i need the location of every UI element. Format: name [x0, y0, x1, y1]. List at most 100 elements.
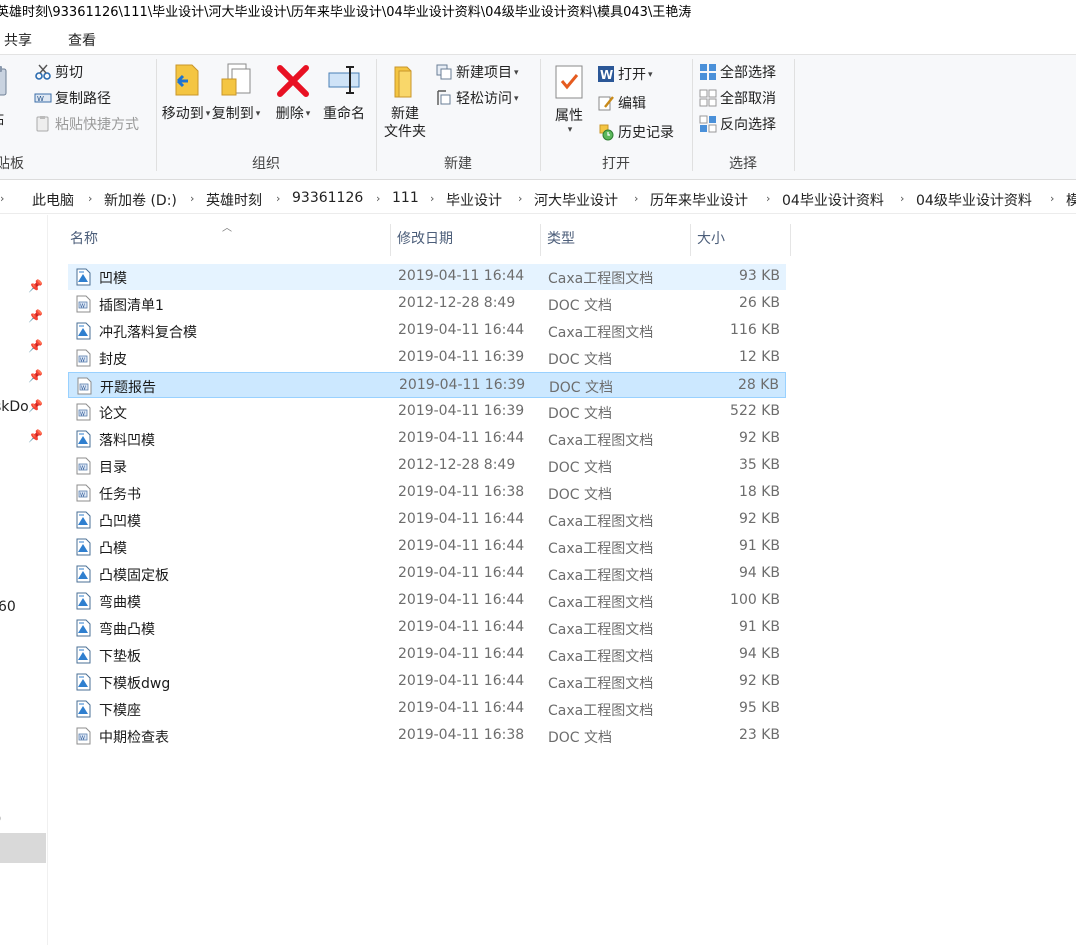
chevron-right-icon[interactable]: › [430, 192, 434, 205]
file-type: Caxa工程图文档 [548, 595, 654, 611]
clipboard-group: 贴 剪切 W 复制路径 粘贴快捷方式 贴板 [0, 55, 156, 179]
copy-path-button[interactable]: W 复制路径 [34, 88, 111, 110]
column-header-type[interactable]: 类型 [541, 224, 691, 256]
paste-button[interactable]: 贴 [0, 65, 18, 129]
nav-item-label[interactable]: skDo [0, 399, 29, 415]
breadcrumb-folder[interactable]: 111 [392, 190, 419, 206]
svg-text:W: W [80, 493, 85, 499]
pin-icon[interactable]: 📌 [28, 369, 43, 383]
table-row[interactable]: W 目录 2012-12-28 8:49 DOC 文档 35 KB [68, 453, 786, 479]
pin-icon[interactable]: 📌 [28, 279, 43, 293]
new-folder-button[interactable]: 新建 文件夹 [381, 63, 429, 141]
file-name: 封皮 [99, 352, 127, 368]
chevron-right-icon[interactable]: › [88, 192, 92, 205]
move-to-button[interactable]: 移动到 ▾ [161, 61, 211, 123]
file-name: 冲孔落料复合模 [99, 325, 197, 341]
breadcrumb-volume-d[interactable]: 新加卷 (D:) [104, 190, 177, 210]
file-name: 弯曲凸模 [99, 622, 155, 638]
table-row[interactable]: W 封皮 2019-04-11 16:39 DOC 文档 12 KB [68, 345, 786, 371]
breadcrumb-folder[interactable]: 04毕业设计资料 [782, 190, 884, 210]
new-item-button[interactable]: 新建项目 ▾ [435, 62, 519, 84]
file-size: 95 KB [738, 700, 780, 716]
table-row[interactable]: W 论文 2019-04-11 16:39 DOC 文档 522 KB [68, 399, 786, 425]
copy-to-icon [221, 63, 251, 96]
table-row[interactable]: 弯曲模 2019-04-11 16:44 Caxa工程图文档 100 KB [68, 588, 786, 614]
table-row[interactable]: W 中期检查表 2019-04-11 16:38 DOC 文档 23 KB [68, 723, 786, 749]
chevron-right-icon[interactable]: › [518, 192, 522, 205]
chevron-right-icon[interactable]: › [900, 192, 904, 205]
rename-icon [328, 66, 360, 94]
window-title: 英雄时刻\93361126\111\毕业设计\河大毕业设计\历年来毕业设计\04… [0, 5, 692, 20]
breadcrumb-folder[interactable]: 04级毕业设计资料 [916, 190, 1032, 210]
table-row[interactable]: 弯曲凸模 2019-04-11 16:44 Caxa工程图文档 91 KB [68, 615, 786, 641]
column-header-date[interactable]: 修改日期 [391, 224, 541, 256]
table-row[interactable]: 凸模 2019-04-11 16:44 Caxa工程图文档 91 KB [68, 534, 786, 560]
pin-icon[interactable]: 📌 [28, 309, 43, 323]
table-row[interactable]: W 开题报告 2019-04-11 16:39 DOC 文档 28 KB [68, 372, 786, 398]
invert-selection-button[interactable]: 反向选择 [699, 114, 776, 136]
table-row[interactable]: 下模板dwg 2019-04-11 16:44 Caxa工程图文档 92 KB [68, 669, 786, 695]
table-row[interactable]: W 任务书 2019-04-11 16:38 DOC 文档 18 KB [68, 480, 786, 506]
chevron-right-icon[interactable]: › [190, 192, 194, 205]
ribbon-separator [794, 59, 795, 171]
select-group-label: 选择 [729, 156, 757, 172]
breadcrumb-folder[interactable]: 模 [1066, 190, 1076, 210]
pin-icon[interactable]: 📌 [28, 339, 43, 353]
table-row[interactable]: 凹模 2019-04-11 16:44 Caxa工程图文档 93 KB [68, 264, 786, 290]
pin-icon[interactable]: 📌 [28, 399, 43, 413]
file-size: 92 KB [738, 673, 780, 689]
table-row[interactable]: W 插图清单1 2012-12-28 8:49 DOC 文档 26 KB [68, 291, 786, 317]
nav-item-selected[interactable] [0, 833, 46, 863]
nav-item-label[interactable]: 60 [0, 599, 16, 615]
table-row[interactable]: 凸模固定板 2019-04-11 16:44 Caxa工程图文档 94 KB [68, 561, 786, 587]
breadcrumb-folder[interactable]: 93361126 [292, 190, 363, 206]
open-group-label: 打开 [602, 156, 630, 172]
file-date: 2019-04-11 16:44 [398, 646, 525, 662]
caxa-drawing-icon [76, 565, 91, 583]
open-button[interactable]: W 打开 ▾ [597, 64, 653, 86]
delete-button[interactable]: 删除 ▾ [273, 61, 313, 123]
history-button[interactable]: 历史记录 [597, 122, 674, 144]
chevron-right-icon[interactable]: › [1050, 192, 1054, 205]
column-header-size[interactable]: 大小 [691, 224, 791, 256]
select-none-button[interactable]: 全部取消 [699, 88, 776, 110]
table-row[interactable]: 下垫板 2019-04-11 16:44 Caxa工程图文档 94 KB [68, 642, 786, 668]
breadcrumb-folder[interactable]: 毕业设计 [446, 190, 502, 210]
navigation-pane[interactable]: 📌 📌 📌 📌 📌 📌 skDo 60 ) [0, 215, 48, 945]
breadcrumb-folder[interactable]: 历年来毕业设计 [650, 190, 748, 210]
table-row[interactable]: 凸凹模 2019-04-11 16:44 Caxa工程图文档 92 KB [68, 507, 786, 533]
pin-icon[interactable]: 📌 [28, 429, 43, 443]
tab-view[interactable]: 查看 [68, 30, 96, 50]
copy-to-button[interactable]: 复制到 ▾ [211, 61, 261, 123]
paste-shortcut-button[interactable]: 粘贴快捷方式 [34, 114, 139, 136]
breadcrumb-folder[interactable]: 河大毕业设计 [534, 190, 618, 210]
breadcrumb-this-pc[interactable]: 此电脑 [32, 190, 74, 210]
chevron-right-icon[interactable]: › [766, 192, 770, 205]
easy-access-button[interactable]: 轻松访问 ▾ [435, 88, 519, 110]
select-all-button[interactable]: 全部选择 [699, 62, 776, 84]
file-name: 插图清单1 [99, 298, 164, 314]
file-type: Caxa工程图文档 [548, 514, 654, 530]
rename-button[interactable]: 重命名 [319, 61, 369, 123]
cut-button[interactable]: 剪切 [34, 62, 83, 84]
nav-item-label[interactable]: ) [0, 811, 1, 827]
chevron-right-icon[interactable]: › [376, 192, 380, 205]
table-row[interactable]: 冲孔落料复合模 2019-04-11 16:44 Caxa工程图文档 116 KB [68, 318, 786, 344]
column-header-name[interactable]: 名称 [64, 224, 391, 256]
tab-share[interactable]: 共享 [4, 30, 32, 50]
invert-selection-label: 反向选择 [720, 117, 776, 133]
chevron-right-icon[interactable]: › [276, 192, 280, 205]
chevron-right-icon[interactable]: › [634, 192, 638, 205]
pencil-icon [598, 96, 614, 111]
svg-text:W: W [80, 304, 85, 310]
table-row[interactable]: 落料凹模 2019-04-11 16:44 Caxa工程图文档 92 KB [68, 426, 786, 452]
file-date: 2019-04-11 16:44 [398, 700, 525, 716]
file-name: 落料凹模 [99, 433, 155, 449]
breadcrumb-folder[interactable]: 英雄时刻 [206, 190, 262, 210]
table-row[interactable]: 下模座 2019-04-11 16:44 Caxa工程图文档 95 KB [68, 696, 786, 722]
properties-button[interactable]: 属性 ▾ [547, 63, 591, 135]
edit-button[interactable]: 编辑 [597, 93, 646, 115]
new-group-label: 新建 [444, 156, 472, 172]
address-bar[interactable]: › 此电脑 › 新加卷 (D:) › 英雄时刻 › 93361126 › 111… [0, 186, 1076, 214]
file-date: 2019-04-11 16:39 [398, 403, 525, 419]
